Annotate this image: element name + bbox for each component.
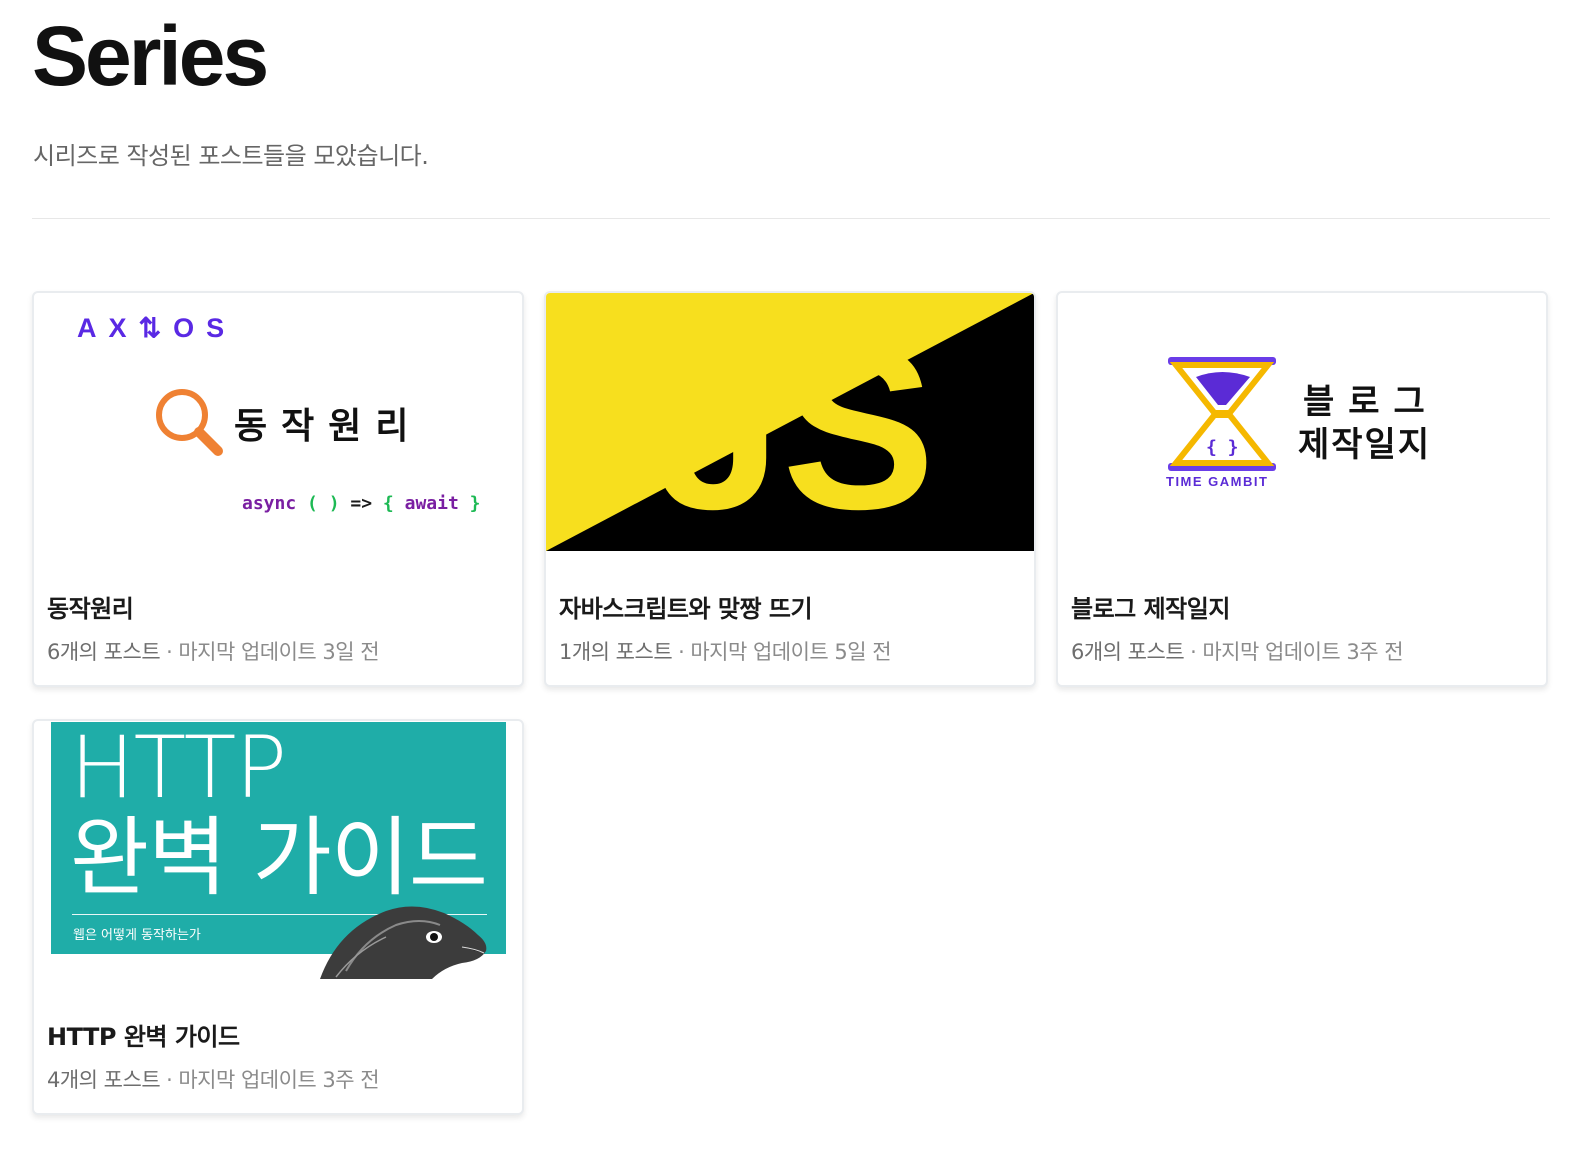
code-brace-open: { bbox=[382, 493, 394, 514]
series-thumbnail[interactable]: JS bbox=[546, 293, 1034, 551]
post-count: 4개의 포스트 bbox=[47, 1068, 161, 1092]
braces-text: { } bbox=[1206, 437, 1239, 458]
last-updated: 마지막 업데이트 3주 전 bbox=[178, 1068, 380, 1092]
series-card-blog-log[interactable]: { } TIME GAMBIT 블로그 제작일지 블로그 제작일지 6개의 포스… bbox=[1056, 291, 1548, 687]
last-updated: 마지막 업데이트 5일 전 bbox=[690, 640, 892, 664]
meta-separator: · bbox=[678, 640, 685, 664]
meta-separator: · bbox=[166, 640, 173, 664]
series-card-internals[interactable]: AX⇅OS 동작원리 async ( ) => { await } 동작원리 6… bbox=[32, 291, 524, 687]
thumbnail-line2: 제작일지 bbox=[1298, 424, 1432, 465]
series-title[interactable]: 동작원리 bbox=[47, 589, 134, 624]
series-meta: 4개의 포스트 · 마지막 업데이트 3주 전 bbox=[47, 1064, 380, 1094]
book-title-line1: HTTP bbox=[70, 721, 287, 818]
thumbnail-heading: 블로그 제작일지 bbox=[1298, 381, 1439, 466]
series-title[interactable]: 자바스크립트와 맞짱 뜨기 bbox=[559, 589, 813, 624]
animal-illustration bbox=[320, 906, 487, 979]
series-title[interactable]: 블로그 제작일지 bbox=[1071, 589, 1230, 624]
hourglass-icon: { } bbox=[1168, 357, 1276, 471]
series-meta: 1개의 포스트 · 마지막 업데이트 5일 전 bbox=[559, 636, 892, 666]
series-thumbnail[interactable]: AX⇅OS 동작원리 async ( ) => { await } bbox=[34, 293, 522, 551]
series-meta: 6개의 포스트 · 마지막 업데이트 3주 전 bbox=[1071, 636, 1404, 666]
book-cover-subtitle: 웹은 어떻게 동작하는가 bbox=[73, 928, 201, 943]
meta-separator: · bbox=[1190, 640, 1197, 664]
series-title[interactable]: HTTP 완벽 가이드 bbox=[47, 1017, 240, 1052]
time-gambit-logo: TIME GAMBIT bbox=[1166, 474, 1269, 489]
book-cover-title: HTTP 완벽 가이드 bbox=[70, 721, 488, 904]
series-meta: 6개의 포스트 · 마지막 업데이트 3일 전 bbox=[47, 636, 380, 666]
thumbnail-line1: 블로그 bbox=[1303, 382, 1439, 422]
axios-logo: AX⇅OS bbox=[77, 313, 237, 343]
post-count: 6개의 포스트 bbox=[1071, 640, 1185, 664]
series-thumbnail[interactable]: { } TIME GAMBIT 블로그 제작일지 bbox=[1058, 293, 1546, 551]
meta-separator: · bbox=[166, 1068, 173, 1092]
post-count: 1개의 포스트 bbox=[559, 640, 673, 664]
code-paren: ( ) bbox=[307, 493, 340, 514]
magnifier-icon bbox=[156, 389, 223, 456]
code-await: await bbox=[404, 493, 459, 514]
series-card-javascript[interactable]: JS 자바스크립트와 맞짱 뜨기 1개의 포스트 · 마지막 업데이트 5일 전 bbox=[544, 291, 1036, 687]
post-count: 6개의 포스트 bbox=[47, 640, 161, 664]
last-updated: 마지막 업데이트 3일 전 bbox=[178, 640, 380, 664]
code-async: async bbox=[242, 493, 297, 514]
divider bbox=[32, 218, 1550, 219]
series-card-http[interactable]: HTTP 완벽 가이드 웹은 어떻게 동작하는가 HTTP 완벽 가이드 4개의… bbox=[32, 719, 524, 1115]
code-snippet: async ( ) => { await } bbox=[242, 493, 480, 514]
last-updated: 마지막 업데이트 3주 전 bbox=[1202, 640, 1404, 664]
code-arrow: => bbox=[350, 493, 373, 514]
code-brace-close: } bbox=[469, 493, 481, 514]
series-thumbnail[interactable]: HTTP 완벽 가이드 웹은 어떻게 동작하는가 bbox=[34, 721, 522, 979]
page-title: Series bbox=[32, 9, 269, 103]
js-text: JS bbox=[654, 300, 935, 551]
js-logo-image: JS bbox=[546, 293, 1034, 551]
page-description: 시리즈로 작성된 포스트들을 모았습니다. bbox=[33, 142, 429, 170]
thumbnail-heading: 동작원리 bbox=[234, 406, 423, 447]
